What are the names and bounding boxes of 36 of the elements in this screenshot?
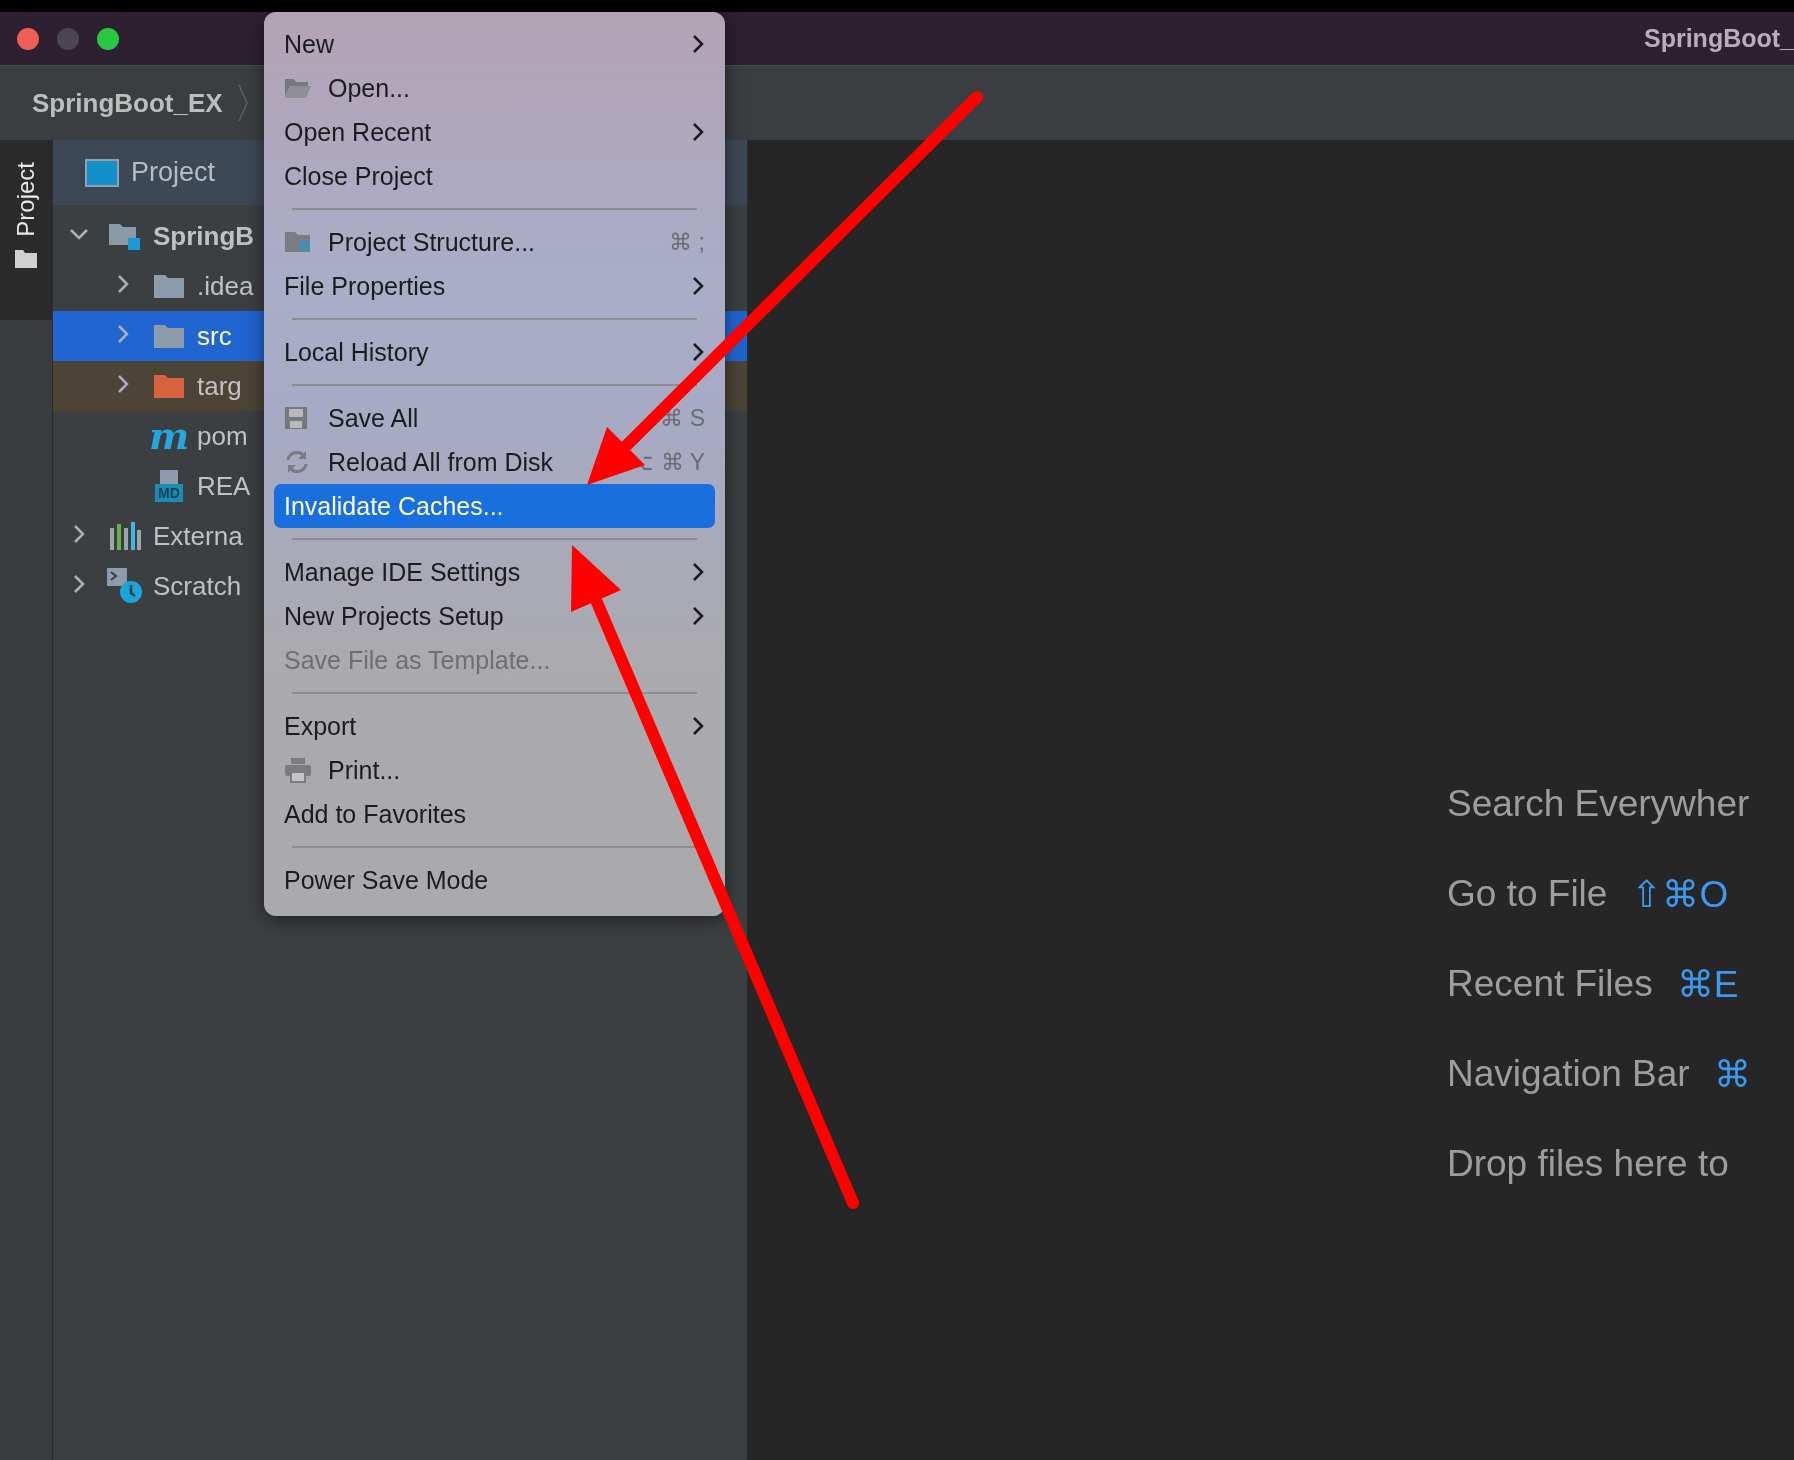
menu-label: Add to Favorites — [284, 799, 467, 829]
tree-label: pom — [197, 420, 248, 452]
tree-label: src — [197, 320, 232, 352]
menu-label: Open... — [328, 73, 410, 103]
menu-label: Local History — [284, 337, 429, 367]
shortcut-label: ⌘E — [1676, 962, 1739, 1006]
hint-text: Search Everywher — [1447, 783, 1750, 825]
menu-label: Export — [284, 711, 357, 741]
hint-text: Drop files here to — [1447, 1143, 1729, 1185]
menu-label: Close Project — [284, 161, 433, 191]
shortcut-label: ⌘ — [1713, 1052, 1751, 1096]
tree-label: SpringB — [153, 220, 255, 252]
menu-label: Invalidate Caches... — [284, 491, 504, 521]
shortcut-label: ⌘ ; — [669, 228, 705, 256]
tree-label: .idea — [197, 270, 254, 302]
window-title: SpringBoot_ — [1644, 24, 1794, 53]
menu-label: File Properties — [284, 271, 446, 301]
menu-label: Manage IDE Settings — [284, 557, 521, 587]
menu-label: Open Recent — [284, 117, 432, 147]
menu-label: New — [284, 29, 334, 59]
menu-label: Print... — [328, 755, 401, 785]
maven-icon: m — [148, 421, 190, 451]
tree-label: REA — [197, 470, 251, 502]
menu-label: New Projects Setup — [284, 601, 504, 631]
menu-label: Reload All from Disk — [328, 447, 554, 477]
hint-text: Navigation Bar — [1447, 1053, 1690, 1095]
menu-label: Save File as Template... — [284, 645, 551, 675]
hint-text: Recent Files — [1447, 963, 1653, 1005]
tree-label: targ — [197, 370, 242, 402]
menu-label: Power Save Mode — [284, 865, 489, 895]
menu-label: Save All — [328, 403, 419, 433]
shortcut-label: ⇧⌘O — [1631, 872, 1729, 916]
tree-label: Externa — [153, 520, 243, 552]
menu-label: Project Structure... — [328, 227, 536, 257]
tree-label: Scratch — [153, 570, 242, 602]
hint-text: Go to File — [1447, 873, 1608, 915]
